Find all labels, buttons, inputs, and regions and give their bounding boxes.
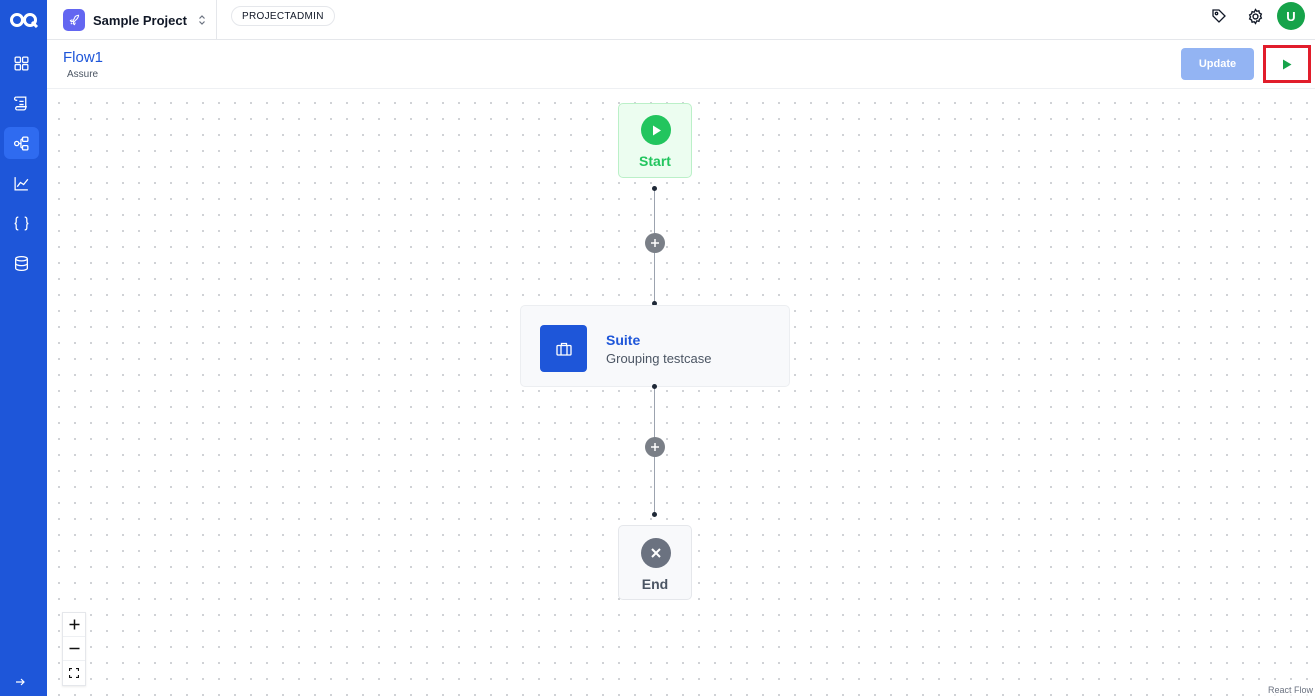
zoom-controls (62, 612, 86, 686)
suite-source-handle[interactable] (652, 384, 657, 389)
minus-icon (69, 647, 79, 650)
flow-header: Flow1 Assure Update (47, 40, 1315, 89)
fit-view-button[interactable] (63, 661, 85, 685)
sidebar-item-flows[interactable] (4, 127, 39, 159)
chevron-up-down-icon (199, 15, 205, 25)
database-icon (15, 255, 28, 271)
top-bar: Sample Project PROJECTADMIN U (47, 0, 1315, 40)
zoom-out-button[interactable] (63, 637, 85, 661)
flow-subtitle: Assure (67, 69, 99, 80)
briefcase-icon (540, 325, 587, 372)
project-switcher[interactable]: Sample Project (63, 5, 209, 35)
rocket-icon (63, 9, 85, 31)
suite-node[interactable]: Suite Grouping testcase (520, 305, 790, 387)
oq-logo-icon[interactable] (0, 0, 47, 40)
close-circle-icon (641, 538, 671, 568)
dashboard-grid-icon (14, 55, 29, 71)
end-target-handle[interactable] (652, 512, 657, 517)
start-label: Start (639, 153, 671, 169)
start-source-handle[interactable] (652, 186, 657, 191)
fit-view-icon (69, 668, 79, 678)
plus-icon (651, 239, 659, 247)
suite-title: Suite (606, 332, 641, 348)
sidebar-item-dashboard[interactable] (4, 47, 39, 79)
role-badge: PROJECTADMIN (231, 6, 335, 26)
tag-icon (1212, 9, 1226, 23)
sidebar-item-reports[interactable] (4, 167, 39, 199)
sidebar-expand-button[interactable] (10, 672, 30, 692)
user-avatar[interactable]: U (1277, 2, 1305, 30)
play-circle-icon (641, 115, 671, 145)
sidebar-item-testcases[interactable] (4, 87, 39, 119)
plus-icon (69, 619, 79, 630)
suite-subtitle: Grouping testcase (606, 351, 712, 366)
variables-braces-icon (14, 215, 29, 231)
add-step-button[interactable] (645, 233, 665, 253)
add-step-button[interactable] (645, 437, 665, 457)
sidebar-item-database[interactable] (4, 247, 39, 279)
arrow-right-icon (16, 678, 25, 686)
run-flow-button[interactable] (1263, 45, 1311, 83)
end-label: End (641, 576, 669, 592)
left-sidebar (0, 0, 47, 696)
react-flow-attribution[interactable]: React Flow (1265, 684, 1315, 696)
testcases-scroll-icon (14, 95, 27, 111)
start-node[interactable]: Start (618, 103, 692, 178)
flow-title: Flow1 (63, 49, 104, 66)
end-node[interactable]: End (618, 525, 692, 600)
tags-button[interactable] (1209, 6, 1229, 26)
flows-icon (13, 135, 29, 151)
plus-icon (651, 443, 659, 451)
sidebar-item-variables[interactable] (4, 207, 39, 239)
flow-canvas[interactable]: Start Suite Grouping testcase End React … (47, 89, 1315, 696)
settings-button[interactable] (1245, 6, 1265, 26)
gear-icon (1248, 7, 1262, 25)
app-root: Sample Project PROJECTADMIN U Flow1 Assu… (0, 0, 1315, 696)
update-button[interactable]: Update (1181, 48, 1254, 80)
zoom-in-button[interactable] (63, 613, 85, 637)
topbar-divider (216, 0, 217, 40)
reports-chart-icon (14, 176, 29, 191)
play-icon (1283, 59, 1292, 69)
project-name: Sample Project (93, 12, 187, 28)
